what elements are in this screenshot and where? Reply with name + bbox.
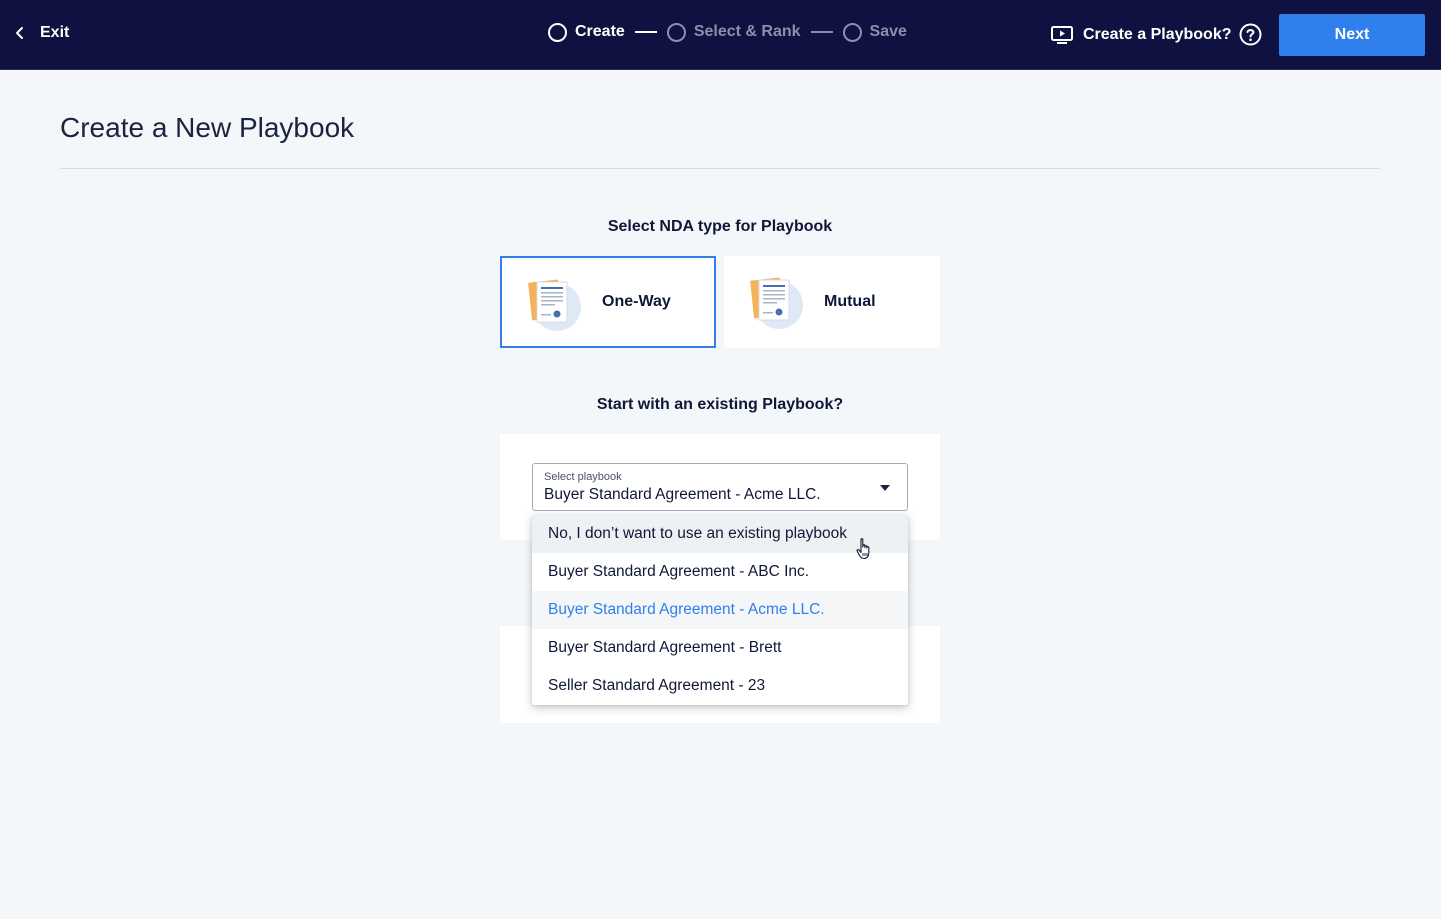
- step-create: Create: [548, 22, 625, 42]
- nda-type-heading: Select NDA type for Playbook: [607, 218, 833, 235]
- step-select-rank: Select & Rank: [666, 22, 801, 42]
- step-label: Select & Rank: [693, 23, 801, 40]
- progress-steps: Create Select & Rank Save: [548, 21, 907, 43]
- dropdown-option[interactable]: Seller Standard Agreement - 23: [532, 667, 908, 705]
- video-play-icon: [1051, 26, 1073, 44]
- step-label: Create: [575, 23, 625, 40]
- nda-option-label: Mutual: [824, 293, 876, 310]
- select-label: Select playbook: [544, 471, 622, 483]
- select-value: Buyer Standard Agreement - Acme LLC.: [544, 486, 821, 503]
- divider: [60, 168, 1380, 169]
- create-playbook-help-link[interactable]: Create a Playbook?: [1051, 22, 1232, 48]
- help-link-label: Create a Playbook?: [1083, 26, 1232, 43]
- dropdown-option[interactable]: Buyer Standard Agreement - Acme LLC.: [532, 591, 908, 629]
- existing-playbook-heading: Start with an existing Playbook?: [596, 396, 844, 413]
- exit-button[interactable]: Exit: [12, 20, 69, 46]
- step-circle-icon: [666, 22, 686, 42]
- nda-option-label: One-Way: [602, 293, 671, 310]
- dropdown-option[interactable]: Buyer Standard Agreement - ABC Inc.: [532, 553, 908, 591]
- step-circle-icon: [842, 22, 862, 42]
- step-save: Save: [842, 22, 907, 42]
- step-circle-icon: [548, 22, 567, 42]
- playbook-dropdown-menu: No, I don’t want to use an existing play…: [532, 515, 908, 705]
- help-question-icon[interactable]: [1239, 23, 1262, 46]
- nda-option-mutual[interactable]: Mutual: [724, 256, 940, 348]
- top-bar: Exit Create Select & Rank Save Create a …: [0, 0, 1441, 70]
- document-icon: [528, 279, 581, 331]
- dropdown-option[interactable]: Buyer Standard Agreement - Brett: [532, 629, 908, 667]
- chevron-left-icon: [16, 27, 23, 39]
- dropdown-option[interactable]: No, I don’t want to use an existing play…: [532, 515, 908, 553]
- document-icon: [750, 277, 803, 329]
- next-button[interactable]: Next: [1279, 14, 1425, 56]
- caret-down-icon: [880, 485, 890, 491]
- page-title: Create a New Playbook: [60, 112, 355, 143]
- playbook-select[interactable]: Select playbook Buyer Standard Agreement…: [532, 463, 908, 511]
- hand-pointer-cursor-icon: [856, 538, 870, 560]
- step-connector: [810, 31, 833, 33]
- step-label: Save: [869, 23, 907, 40]
- exit-label: Exit: [40, 24, 70, 41]
- nda-option-one-way[interactable]: One-Way: [500, 256, 716, 348]
- step-connector: [634, 31, 657, 33]
